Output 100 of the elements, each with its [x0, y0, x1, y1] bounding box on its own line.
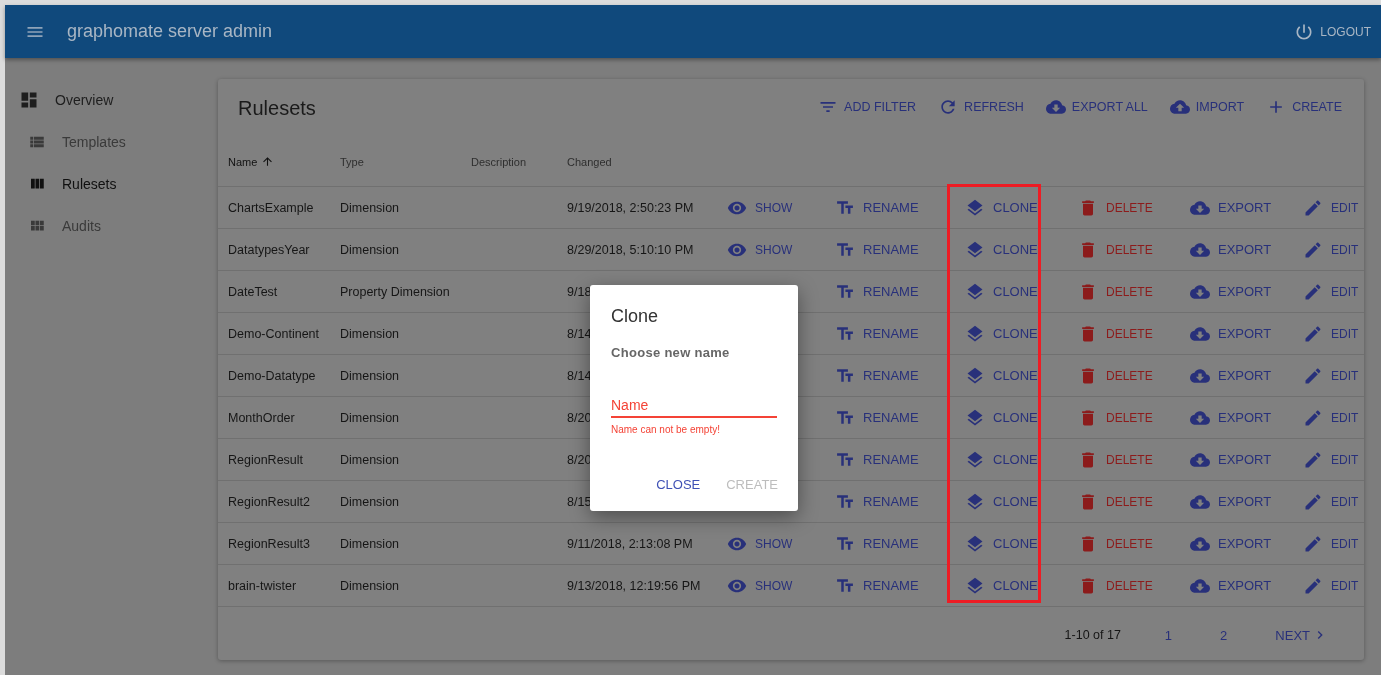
layers-icon [965, 407, 985, 428]
edit-button[interactable]: EDIT [1301, 405, 1361, 430]
delete-button[interactable]: DELETE [1076, 405, 1155, 430]
column-header[interactable]: Type [340, 156, 471, 168]
toolbar-button[interactable]: IMPORT [1159, 91, 1255, 123]
export-button[interactable]: EXPORT [1188, 531, 1274, 556]
export-button[interactable]: EXPORT [1188, 573, 1274, 598]
table-cell-text: Dimension [340, 452, 401, 467]
clone-button[interactable]: CLONE [963, 321, 1040, 346]
export-button[interactable]: EXPORT [1188, 405, 1274, 430]
delete-button[interactable]: DELETE [1076, 447, 1155, 472]
table-cell-text: ChartsExample [228, 200, 315, 215]
column-header[interactable]: Changed [567, 156, 727, 168]
edit-button[interactable]: EDIT [1301, 195, 1361, 220]
edit-button[interactable]: EDIT [1301, 531, 1361, 556]
edit-button[interactable]: EDIT [1301, 573, 1361, 598]
column-header[interactable]: Description [471, 156, 567, 168]
rename-button[interactable]: RENAME [833, 363, 921, 388]
delete-button[interactable]: DELETE [1076, 363, 1155, 388]
rename-button[interactable]: RENAME [833, 531, 921, 556]
rename-button[interactable]: RENAME [833, 447, 921, 472]
error-message: Name can not be empty! [611, 424, 721, 435]
table-cell-text: Dimension [340, 410, 401, 425]
toolbar-button[interactable]: CREATE [1256, 91, 1352, 123]
delete-button[interactable]: DELETE [1076, 531, 1155, 556]
rename-button[interactable]: RENAME [833, 489, 921, 514]
edit-button[interactable]: EDIT [1301, 447, 1361, 472]
table-cell-text: 9/11/2018, 2:13:08 PM [567, 536, 694, 551]
layers-icon [965, 281, 985, 302]
export-button[interactable]: EXPORT [1188, 489, 1274, 514]
show-button[interactable]: SHOW [725, 573, 795, 598]
next-button[interactable]: NEXT [1251, 623, 1328, 647]
table-cell-text: Demo-Datatype [228, 368, 317, 383]
rename-button[interactable]: RENAME [833, 321, 921, 346]
rename-button[interactable]: RENAME [833, 405, 921, 430]
export-button[interactable]: EXPORT [1188, 363, 1274, 388]
edit-button[interactable]: EDIT [1301, 321, 1361, 346]
rename-button[interactable]: RENAME [833, 279, 921, 304]
logout-button[interactable]: LOGOUT [1290, 15, 1375, 48]
edit-button[interactable]: EDIT [1301, 363, 1361, 388]
clone-button[interactable]: CLONE [963, 447, 1040, 472]
clone-button[interactable]: CLONE [963, 573, 1040, 598]
delete-button[interactable]: DELETE [1076, 237, 1155, 262]
page-button[interactable]: 2 [1196, 623, 1252, 647]
toolbar-button[interactable]: REFRESH [928, 91, 1034, 123]
delete-button[interactable]: DELETE [1076, 279, 1155, 304]
toolbar-button[interactable]: EXPORT ALL [1035, 91, 1158, 123]
table-cell-text: RegionResult2 [228, 494, 311, 509]
clone-button[interactable]: CLONE [963, 489, 1040, 514]
layers-icon [965, 365, 985, 386]
table-cell-text: RegionResult3 [228, 536, 311, 551]
table-cell-text: Dimension [340, 578, 401, 593]
dialog-button[interactable]: CLOSE [654, 473, 703, 496]
table-cell-text: 8/14 [567, 326, 593, 341]
table-cell-text: 8/29/2018, 5:10:10 PM [567, 242, 695, 257]
rename-button[interactable]: RENAME [833, 237, 921, 262]
export-button[interactable]: EXPORT [1188, 321, 1274, 346]
show-button[interactable]: SHOW [725, 237, 795, 262]
delete-button[interactable]: DELETE [1076, 573, 1155, 598]
sidebar-item[interactable]: Audits [5, 205, 218, 247]
rename-button[interactable]: RENAME [833, 573, 921, 598]
layers-icon [965, 533, 985, 554]
delete-button[interactable]: DELETE [1076, 195, 1155, 220]
show-button[interactable]: SHOW [725, 531, 795, 556]
clone-button[interactable]: CLONE [963, 237, 1040, 262]
export-button[interactable]: EXPORT [1188, 195, 1274, 220]
table-cell-text: Dimension [340, 536, 401, 551]
clone-button[interactable]: CLONE [963, 531, 1040, 556]
edit-button[interactable]: EDIT [1301, 237, 1361, 262]
delete-button[interactable]: DELETE [1076, 489, 1155, 514]
clone-button[interactable]: CLONE [963, 405, 1040, 430]
toolbar-button[interactable]: ADD FILTER [808, 91, 927, 123]
clone-button[interactable]: CLONE [963, 279, 1040, 304]
show-button[interactable]: SHOW [725, 195, 795, 220]
page-range: 1-10 of 17 [1064, 628, 1121, 642]
delete-button[interactable]: DELETE [1076, 321, 1155, 346]
name-field[interactable]: Name [611, 397, 777, 418]
sidebar-item[interactable]: Templates [5, 121, 218, 163]
export-button[interactable]: EXPORT [1188, 237, 1274, 262]
rename-button[interactable]: RENAME [833, 195, 921, 220]
column-header[interactable]: Name [228, 155, 340, 168]
table-cell-text: Dimension [340, 200, 401, 215]
sidebar-item[interactable]: Overview [5, 79, 218, 121]
table-cell-text: 9/19/2018, 2:50:23 PM [567, 200, 695, 215]
table-cell-text: Dimension [340, 242, 401, 257]
card-title: Rulesets [238, 95, 317, 120]
edit-button[interactable]: EDIT [1301, 279, 1361, 304]
layers-icon [965, 197, 985, 218]
export-button[interactable]: EXPORT [1188, 447, 1274, 472]
sidebar-item[interactable]: Rulesets [5, 163, 218, 205]
clone-button[interactable]: CLONE [963, 195, 1040, 220]
page-button[interactable]: 1 [1140, 623, 1197, 647]
table-cell-text: 8/14 [567, 368, 593, 383]
edit-button[interactable]: EDIT [1301, 489, 1361, 514]
app-title: graphomate server admin [67, 21, 274, 42]
table-cell-text: Property Dimension [340, 284, 451, 299]
table-cell-text: Dimension [340, 326, 401, 341]
export-button[interactable]: EXPORT [1188, 279, 1274, 304]
clone-button[interactable]: CLONE [963, 363, 1040, 388]
layers-icon [965, 239, 985, 260]
